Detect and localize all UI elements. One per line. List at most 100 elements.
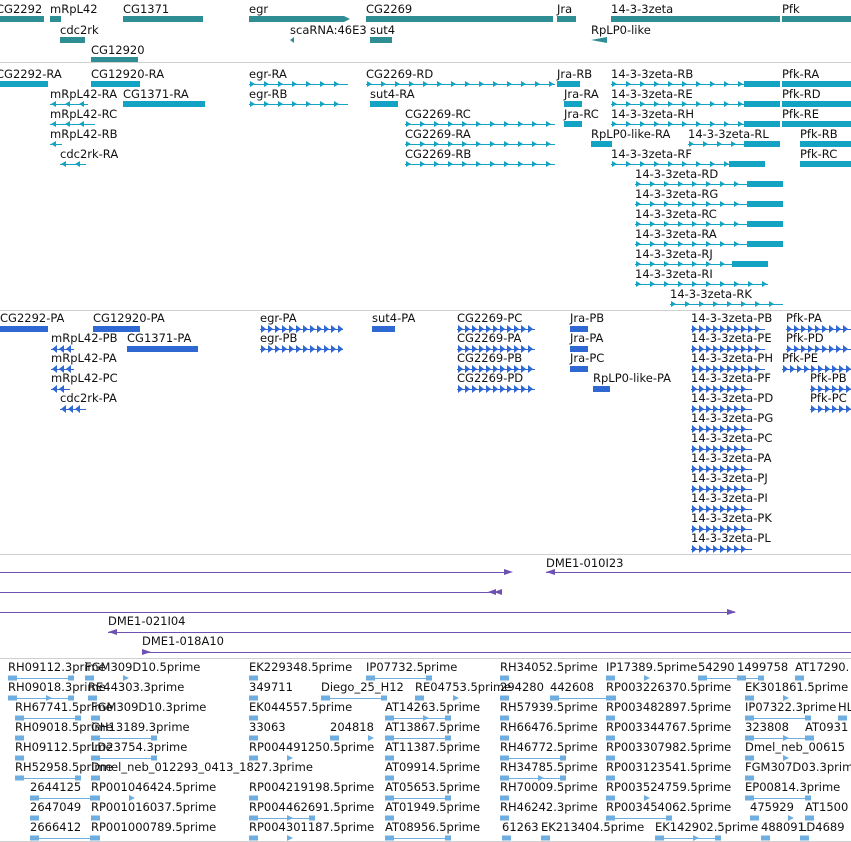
protein-label-14-3-3zeta-pj[interactable]: 14-3-3zeta-PJ bbox=[691, 472, 768, 485]
transcript-label-mrpl42-rb[interactable]: mRpL42-RB bbox=[50, 128, 118, 141]
bac-label-dme1-021i04[interactable]: DME1-021I04 bbox=[108, 615, 186, 628]
gene-label-cg12920[interactable]: CG12920 bbox=[91, 44, 145, 57]
protein-label-mrpl42-pb[interactable]: mRpL42-PB bbox=[51, 332, 118, 345]
est-label-rp004219198-5prime[interactable]: RP004219198.5prime bbox=[249, 781, 374, 794]
gene-label-cg2292[interactable]: CG2292 bbox=[0, 3, 42, 16]
protein-label-14-3-3zeta-pf[interactable]: 14-3-3zeta-PF bbox=[691, 372, 771, 385]
est-label-442608[interactable]: 442608 bbox=[550, 681, 594, 694]
gene-cg2292[interactable] bbox=[0, 16, 44, 22]
gene-sut4[interactable] bbox=[370, 37, 392, 43]
transcript-label-pfk-ra[interactable]: Pfk-RA bbox=[782, 68, 819, 81]
transcript-cg1371-ra[interactable] bbox=[123, 101, 205, 107]
transcript-label-jra-rc[interactable]: Jra-RC bbox=[564, 108, 599, 121]
gene-cdc2rk[interactable] bbox=[60, 37, 85, 43]
transcript-label-egr-ra[interactable]: egr-RA bbox=[249, 68, 287, 81]
est-label-204818[interactable]: 204818 bbox=[330, 721, 374, 734]
gene-label-cg2269[interactable]: CG2269 bbox=[366, 3, 412, 16]
gene-label-pfk[interactable]: Pfk bbox=[782, 3, 800, 16]
protein-label-14-3-3zeta-ph[interactable]: 14-3-3zeta-PH bbox=[691, 352, 773, 365]
est-label-294280[interactable]: 294280 bbox=[500, 681, 544, 694]
transcript-14-3-3zeta-rj[interactable] bbox=[732, 261, 768, 267]
est-label-ip17389-5prime[interactable]: IP17389.5prime bbox=[606, 661, 697, 674]
est-label-at09914-5prime[interactable]: AT09914.5prime bbox=[385, 761, 480, 774]
est-label-re44303-3prime[interactable]: RE44303.3prime bbox=[88, 681, 184, 694]
transcript-label-egr-rb[interactable]: egr-RB bbox=[249, 88, 287, 101]
est-label-rp003524759-5prime[interactable]: RP003524759.5prime bbox=[606, 781, 731, 794]
est-label-ek044557-5prime[interactable]: EK044557.5prime bbox=[249, 701, 352, 714]
est-label-at11387-5prime[interactable]: AT11387.5prime bbox=[385, 741, 480, 754]
transcript-egr-rb-intron[interactable] bbox=[249, 104, 348, 105]
transcript-label-14-3-3zeta-rd[interactable]: 14-3-3zeta-RD bbox=[635, 168, 718, 181]
gene-label-mrpl42[interactable]: mRpL42 bbox=[50, 3, 98, 16]
transcript-label-14-3-3zeta-rl[interactable]: 14-3-3zeta-RL bbox=[688, 128, 769, 141]
gene-label-jra[interactable]: Jra bbox=[557, 3, 572, 16]
est-ek213404-5prime[interactable] bbox=[541, 835, 550, 841]
protein-cdc2rk-pa[interactable] bbox=[61, 405, 80, 413]
est-label-at08956-5prime[interactable]: AT08956.5prime bbox=[385, 821, 480, 834]
est-label-ek213404-5prime[interactable]: EK213404.5prime bbox=[541, 821, 644, 834]
transcript-14-3-3zeta-rd[interactable] bbox=[747, 181, 783, 187]
est-label-323808[interactable]: 323808 bbox=[745, 721, 789, 734]
est-61263[interactable] bbox=[502, 835, 511, 841]
est-diego-25-h12-line[interactable] bbox=[330, 698, 381, 699]
protein-label-pfk-pa[interactable]: Pfk-PA bbox=[786, 312, 822, 325]
gene-label-14-3-3zeta[interactable]: 14-3-3zeta bbox=[611, 3, 673, 16]
est-ld23754-3prime-line[interactable] bbox=[100, 758, 151, 759]
est-rh67741-5prime-line[interactable] bbox=[24, 718, 75, 719]
est-label-fgm307d03-3prim[interactable]: FGM307D03.3prim bbox=[745, 761, 851, 774]
protein-label-sut4-pa[interactable]: sut4-PA bbox=[372, 312, 415, 325]
est-label-475929[interactable]: 475929 bbox=[750, 801, 794, 814]
est-label-at05653-5prime[interactable]: AT05653.5prime bbox=[385, 781, 480, 794]
protein-jra-pc[interactable] bbox=[570, 366, 588, 372]
protein-cg2269-pd[interactable] bbox=[458, 385, 533, 393]
protein-label-rplp0-like-pa[interactable]: RpLP0-like-PA bbox=[593, 372, 671, 385]
bac-arrow-6[interactable] bbox=[142, 649, 151, 655]
est-label-ld23754-3prime[interactable]: LD23754.3prime bbox=[91, 741, 187, 754]
protein-label-14-3-3zeta-pd[interactable]: 14-3-3zeta-PD bbox=[691, 392, 773, 405]
est-label-rh46242-3prime[interactable]: RH46242.3prime bbox=[500, 801, 598, 814]
transcript-label-rplp0-like-ra[interactable]: RpLP0-like-RA bbox=[591, 128, 670, 141]
bac-line-3[interactable] bbox=[0, 592, 500, 593]
est-rp003454062-5prime-line[interactable] bbox=[615, 818, 666, 819]
est-ek142902-5prime[interactable] bbox=[655, 835, 664, 841]
protein-cg1371-pa[interactable] bbox=[127, 346, 198, 352]
gene-cg2269[interactable] bbox=[366, 16, 553, 22]
est-label-rh46772-5prime[interactable]: RH46772.5prime bbox=[500, 741, 598, 754]
est-label-at0931[interactable]: AT0931 bbox=[805, 721, 848, 734]
est-rh52958-5prime-line[interactable] bbox=[24, 778, 75, 779]
transcript-14-3-3zeta-rg[interactable] bbox=[747, 201, 783, 207]
protein-label-jra-pb[interactable]: Jra-PB bbox=[570, 312, 604, 325]
transcript-label-jra-ra[interactable]: Jra-RA bbox=[564, 88, 599, 101]
bac-line-6[interactable] bbox=[142, 652, 851, 653]
est-label-rp001046424-5prime[interactable]: RP001046424.5prime bbox=[91, 781, 216, 794]
gene-rplp0-like[interactable] bbox=[591, 37, 607, 43]
protein-pfk-pc-line[interactable] bbox=[810, 409, 851, 410]
protein-label-cg1371-pa[interactable]: CG1371-PA bbox=[127, 332, 191, 345]
est-488091[interactable] bbox=[761, 835, 770, 841]
protein-label-cg2292-pa[interactable]: CG2292-PA bbox=[0, 312, 64, 325]
protein-label-cg2269-pb[interactable]: CG2269-PB bbox=[457, 352, 522, 365]
est-label-2644125[interactable]: 2644125 bbox=[30, 781, 81, 794]
transcript-mrpl42-rb-exons[interactable] bbox=[51, 141, 56, 147]
est-label-rp004491250-5prime[interactable]: RP004491250.5prime bbox=[249, 741, 374, 754]
protein-label-14-3-3zeta-pl[interactable]: 14-3-3zeta-PL bbox=[691, 532, 771, 545]
est-label-rh57939-5prime[interactable]: RH57939.5prime bbox=[500, 701, 598, 714]
est-label-gh13189-3prime[interactable]: GH13189.3prime bbox=[91, 721, 190, 734]
est-rp001000789-5prime[interactable] bbox=[91, 835, 100, 841]
est-label-rh34052-5prime[interactable]: RH34052.5prime bbox=[500, 661, 598, 674]
transcript-egr-ra-intron[interactable] bbox=[249, 84, 348, 85]
bac-arrow-5[interactable] bbox=[108, 629, 117, 635]
transcript-label-14-3-3zeta-rg[interactable]: 14-3-3zeta-RG bbox=[635, 188, 718, 201]
est-2644125-line[interactable] bbox=[39, 798, 90, 799]
protein-sut4-pa[interactable] bbox=[372, 326, 395, 332]
transcript-label-14-3-3zeta-ri[interactable]: 14-3-3zeta-RI bbox=[635, 268, 713, 281]
transcript-label-pfk-rc[interactable]: Pfk-RC bbox=[800, 148, 837, 161]
transcript-label-cg2269-rb[interactable]: CG2269-RB bbox=[405, 148, 471, 161]
est-label-at1500[interactable]: AT1500 bbox=[805, 801, 848, 814]
protein-label-cdc2rk-pa[interactable]: cdc2rk-PA bbox=[60, 392, 117, 405]
est-label-rp003482897-5prime[interactable]: RP003482897.5prime bbox=[606, 701, 731, 714]
est-rp004301187-5prime[interactable] bbox=[249, 835, 258, 841]
protein-label-jra-pa[interactable]: Jra-PA bbox=[570, 332, 603, 345]
protein-label-pfk-pc[interactable]: Pfk-PC bbox=[810, 392, 847, 405]
est-label-ek229348-5prime[interactable]: EK229348.5prime bbox=[249, 661, 352, 674]
